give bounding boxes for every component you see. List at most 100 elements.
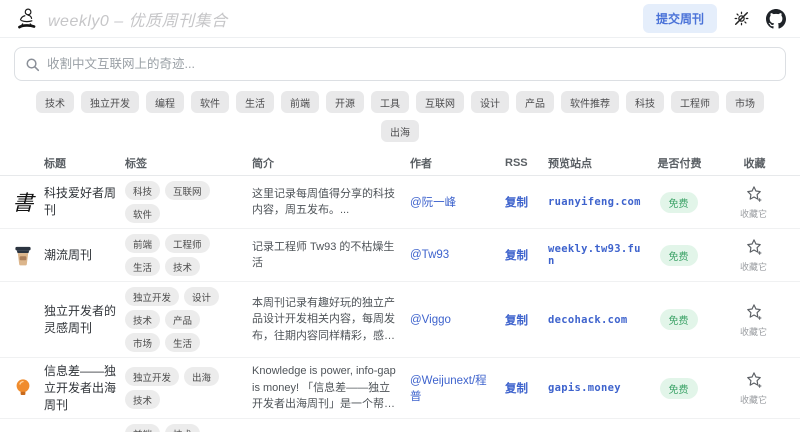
column-header: 简介 — [252, 155, 410, 171]
row-tag-pill[interactable]: 独立开发 — [125, 287, 179, 306]
author-link[interactable]: @阮一峰 — [410, 197, 456, 209]
row-tag-pill[interactable]: 科技 — [125, 181, 160, 200]
row-tag-pill[interactable]: 设计 — [184, 287, 219, 306]
row-tag-pill[interactable]: 技术 — [125, 310, 160, 329]
filter-tag[interactable]: 出海 — [381, 120, 419, 142]
favorite-label[interactable]: 收藏它 — [740, 207, 767, 220]
weekly-row: 独立开发者的灵感周刊独立开发设计技术产品市场生活本周刊记录有趣好玩的独立产品设计… — [0, 282, 800, 358]
filter-tag[interactable]: 工程师 — [671, 91, 719, 113]
column-header: 标题 — [44, 155, 125, 171]
favorite-cell: 收藏它 — [715, 287, 800, 352]
column-header: 是否付费 — [650, 155, 715, 171]
row-tag-pill[interactable]: 独立开发 — [125, 367, 179, 386]
submit-weekly-button[interactable]: 提交周刊 — [643, 4, 717, 33]
filter-tag[interactable]: 编程 — [146, 91, 184, 113]
filter-tag[interactable]: 市场 — [726, 91, 764, 113]
search-box[interactable] — [14, 47, 786, 81]
row-tag-pill[interactable]: 生活 — [165, 333, 200, 352]
row-tag-pill[interactable]: 互联网 — [165, 181, 210, 200]
row-tag-pill[interactable]: 软件 — [125, 204, 160, 223]
weekly-tags: 独立开发出海技术 — [125, 367, 252, 409]
weekly-title: 潮流周刊 — [44, 247, 125, 264]
rss-cell: 复制 — [505, 194, 548, 210]
paid-cell: 免费 — [650, 192, 715, 213]
site-cell: weekly.tw93.fun — [548, 243, 650, 267]
site-link[interactable]: gapis.money — [548, 382, 621, 394]
table-header: 标题标签简介作者RSS预览站点是否付费收藏 — [0, 150, 800, 176]
column-header: 预览站点 — [548, 155, 650, 171]
filter-tag[interactable]: 科技 — [626, 91, 664, 113]
search-icon — [25, 57, 40, 72]
column-header: 收藏 — [715, 155, 800, 171]
column-header: RSS — [505, 157, 548, 169]
site-link[interactable]: weekly.tw93.fun — [548, 243, 641, 267]
star-add-icon[interactable] — [744, 237, 764, 257]
free-badge: 免费 — [660, 309, 698, 330]
weekly-row: 書科技爱好者周刊科技互联网软件这里记录每周值得分享的科技内容，周五发布。...@… — [0, 176, 800, 229]
theme-toggle-sun-slash-icon[interactable] — [733, 10, 750, 27]
weekly-row: 视野修炼 - 技术周刊前端技术开源工具知识每周会精选出一些 优质&amp;有趣 … — [0, 419, 800, 432]
rss-copy-link[interactable]: 复制 — [505, 197, 528, 209]
site-link[interactable]: ruanyifeng.com — [548, 196, 641, 208]
filter-tag[interactable]: 技术 — [36, 91, 74, 113]
filter-tag[interactable]: 开源 — [326, 91, 364, 113]
filter-tag[interactable]: 互联网 — [416, 91, 464, 113]
star-add-icon[interactable] — [744, 302, 764, 322]
row-tag-pill[interactable]: 工程师 — [165, 234, 210, 253]
github-icon[interactable] — [766, 9, 786, 29]
star-add-icon[interactable] — [744, 184, 764, 204]
favorite-label[interactable]: 收藏它 — [740, 325, 767, 338]
weekly-tags: 独立开发设计技术产品市场生活 — [125, 287, 252, 352]
rss-cell: 复制 — [505, 247, 548, 263]
rss-copy-link[interactable]: 复制 — [505, 250, 528, 262]
rss-cell: 复制 — [505, 380, 548, 396]
row-tag-pill[interactable]: 技术 — [165, 424, 200, 432]
filter-tag[interactable]: 软件推荐 — [561, 91, 619, 113]
table-body: 書科技爱好者周刊科技互联网软件这里记录每周值得分享的科技内容，周五发布。...@… — [0, 176, 800, 432]
favorite-cell: 收藏它 — [715, 363, 800, 413]
author-link[interactable]: @Tw93 — [410, 249, 449, 261]
weekly-title: 独立开发者的灵感周刊 — [44, 303, 125, 337]
rss-copy-link[interactable]: 复制 — [505, 315, 528, 327]
author-link[interactable]: @Weijunext/程普 — [410, 375, 487, 403]
row-tag-pill[interactable]: 生活 — [125, 257, 160, 276]
weekly-tags: 前端技术开源工具知识 — [125, 424, 252, 432]
row-tag-pill[interactable]: 出海 — [184, 367, 219, 386]
search-section — [0, 38, 800, 81]
filter-tag[interactable]: 生活 — [236, 91, 274, 113]
search-input[interactable] — [47, 57, 775, 71]
site-link[interactable]: decohack.com — [548, 314, 627, 326]
row-tag-pill[interactable]: 前端 — [125, 424, 160, 432]
weekly-table: 标题标签简介作者RSS预览站点是否付费收藏 書科技爱好者周刊科技互联网软件这里记… — [0, 150, 800, 432]
filter-tag[interactable]: 前端 — [281, 91, 319, 113]
row-tag-pill[interactable]: 技术 — [165, 257, 200, 276]
column-header: 作者 — [410, 155, 505, 171]
rss-cell: 复制 — [505, 312, 548, 328]
ink-sketch-person-logo — [14, 6, 40, 32]
avatar-cell — [0, 241, 44, 269]
filter-tag[interactable]: 产品 — [516, 91, 554, 113]
paid-cell: 免费 — [650, 245, 715, 266]
filter-tag[interactable]: 工具 — [371, 91, 409, 113]
favorite-cell: 收藏它 — [715, 424, 800, 432]
site-cell: gapis.money — [548, 382, 650, 394]
favorite-label[interactable]: 收藏它 — [740, 260, 767, 273]
author-cell: @Viggo — [410, 314, 505, 326]
author-link[interactable]: @Viggo — [410, 314, 451, 326]
weekly-intro: 记录工程师 Tw93 的不枯燥生活 — [252, 239, 410, 272]
column-header: 标签 — [125, 155, 252, 171]
weekly-row: 信息差——独立开发者出海周刊独立开发出海技术Knowledge is power… — [0, 358, 800, 419]
weekly0-app: weekly0 – 优质周刊集合 提交周刊 — [0, 0, 800, 432]
row-tag-pill[interactable]: 技术 — [125, 390, 160, 409]
row-tag-pill[interactable]: 市场 — [125, 333, 160, 352]
filter-tag[interactable]: 软件 — [191, 91, 229, 113]
rss-copy-link[interactable]: 复制 — [505, 383, 528, 395]
site-cell: ruanyifeng.com — [548, 196, 650, 208]
row-tag-pill[interactable]: 产品 — [165, 310, 200, 329]
star-add-icon[interactable] — [744, 370, 764, 390]
filter-tag[interactable]: 设计 — [471, 91, 509, 113]
favorite-label[interactable]: 收藏它 — [740, 393, 767, 406]
lightbulb-avatar — [9, 374, 37, 402]
row-tag-pill[interactable]: 前端 — [125, 234, 160, 253]
filter-tag[interactable]: 独立开发 — [81, 91, 139, 113]
